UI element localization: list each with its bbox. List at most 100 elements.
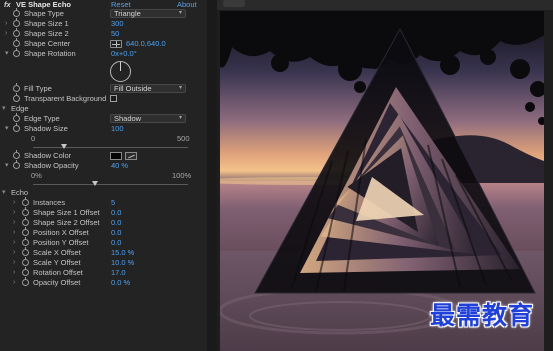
echo-value[interactable]: 0.0 [111, 238, 121, 248]
stopwatch-icon[interactable] [22, 217, 29, 226]
twirl-closed-icon[interactable]: › [13, 218, 19, 228]
stopwatch-icon[interactable] [13, 113, 20, 122]
twirl-closed-icon[interactable]: › [13, 238, 19, 248]
twirl-open-icon[interactable]: ▾ [2, 188, 8, 198]
stopwatch-icon[interactable] [22, 257, 29, 266]
twirl-closed-icon[interactable]: › [13, 198, 19, 208]
echo-row-scale-x-offset: › Scale X Offset 15.0 % [0, 247, 207, 258]
edge-type-value: Shadow [114, 114, 142, 123]
stopwatch-icon[interactable] [13, 48, 20, 57]
fill-type-dropdown[interactable]: Fill Outside ▾ [110, 84, 186, 93]
slider-thumb[interactable] [61, 144, 67, 149]
crosshair-icon[interactable] [110, 40, 122, 48]
echo-value[interactable]: 17.0 [111, 268, 126, 278]
twirl-closed-icon[interactable]: › [13, 228, 19, 238]
about-link[interactable]: About [177, 0, 197, 9]
edge-type-label: Edge Type [24, 114, 60, 123]
echo-value[interactable]: 15.0 % [111, 248, 134, 258]
stopwatch-icon[interactable] [13, 8, 20, 17]
twirl-open-icon[interactable]: ▾ [5, 124, 11, 134]
stopwatch-icon[interactable] [13, 83, 20, 92]
echo-value[interactable]: 10.0 % [111, 258, 134, 268]
twirl-closed-icon[interactable]: › [5, 19, 11, 29]
twirl-open-icon[interactable]: ▾ [2, 104, 8, 114]
stopwatch-icon[interactable] [22, 277, 29, 286]
shadow-opacity-value[interactable]: 40 % [111, 161, 128, 171]
stopwatch-icon[interactable] [13, 28, 20, 37]
echo-value[interactable]: 0.0 [111, 218, 121, 228]
shadow-opacity-slider[interactable] [33, 181, 188, 186]
echo-label: Shape Size 2 Offset [33, 218, 100, 227]
shape-center-value[interactable]: 640.0,640.0 [126, 39, 166, 49]
stopwatch-icon[interactable] [22, 247, 29, 256]
reset-link[interactable]: Reset [111, 0, 131, 9]
echo-label: Rotation Offset [33, 268, 83, 277]
echo-label: Instances [33, 198, 66, 207]
shape-center-row: Shape Center 640.0,640.0 [0, 38, 207, 49]
shape-type-label: Shape Type [24, 9, 64, 18]
stopwatch-icon[interactable] [22, 207, 29, 216]
stopwatch-icon[interactable] [22, 237, 29, 246]
rotation-dial[interactable] [110, 61, 131, 82]
effect-controls-panel: fx VE Shape Echo Reset About Shape Type … [0, 0, 207, 351]
echo-row-rotation-offset: › Rotation Offset 17.0 [0, 267, 207, 278]
shape-type-dropdown[interactable]: Triangle ▾ [110, 9, 186, 18]
twirl-closed-icon[interactable]: › [5, 29, 11, 39]
twirl-closed-icon[interactable]: › [13, 258, 19, 268]
shadow-size-slider[interactable] [33, 144, 188, 149]
shadow-size-value[interactable]: 100 [111, 124, 124, 134]
echo-row-position-x-offset: › Position X Offset 0.0 [0, 227, 207, 238]
composition-viewer[interactable]: 最需教育 [217, 0, 553, 351]
echo-row-scale-y-offset: › Scale Y Offset 10.0 % [0, 257, 207, 268]
shadow-opacity-min: 0% [31, 171, 42, 180]
stopwatch-icon[interactable] [13, 38, 20, 47]
stopwatch-icon[interactable] [22, 227, 29, 236]
shadow-size-max: 500 [177, 134, 190, 143]
twirl-closed-icon[interactable]: › [13, 208, 19, 218]
shape-size-2-value[interactable]: 50 [111, 29, 119, 39]
stopwatch-icon[interactable] [13, 150, 20, 159]
slider-thumb[interactable] [92, 181, 98, 186]
edge-group-row: ▾ Edge [0, 104, 207, 114]
shadow-opacity-max: 100% [172, 171, 192, 180]
shape-rotation-value[interactable]: 0x+0.0° [111, 49, 137, 59]
twirl-open-icon[interactable]: ▾ [5, 161, 11, 171]
chevron-down-icon: ▾ [178, 115, 182, 121]
fx-icon[interactable]: fx [4, 0, 11, 9]
twirl-closed-icon[interactable]: › [13, 268, 19, 278]
echo-value[interactable]: 5 [111, 198, 115, 208]
viewer-tab-bar [217, 0, 553, 10]
shape-type-row: Shape Type Triangle ▾ [0, 8, 207, 19]
shape-rotation-label: Shape Rotation [24, 49, 76, 58]
stopwatch-icon[interactable] [13, 18, 20, 27]
fill-type-label: Fill Type [24, 84, 52, 93]
echo-row-instances: › Instances 5 [0, 197, 207, 208]
twirl-open-icon[interactable]: ▾ [5, 49, 11, 59]
echo-value[interactable]: 0.0 [111, 208, 121, 218]
echo-row-opacity-offset: › Opacity Offset 0.0 % [0, 277, 207, 288]
shadow-size-min: 0 [31, 134, 36, 143]
viewer-tab[interactable] [223, 0, 245, 7]
echo-value[interactable]: 0.0 % [111, 278, 130, 288]
twirl-closed-icon[interactable]: › [13, 248, 19, 258]
eyedropper-icon[interactable] [125, 152, 137, 160]
twirl-closed-icon[interactable]: › [13, 278, 19, 288]
panel-divider[interactable] [207, 0, 217, 351]
stopwatch-icon[interactable] [22, 197, 29, 206]
edge-type-dropdown[interactable]: Shadow ▾ [110, 114, 186, 123]
stopwatch-icon[interactable] [22, 267, 29, 276]
shape-size-1-value[interactable]: 300 [111, 19, 124, 29]
echo-label: Position Y Offset [33, 238, 89, 247]
fill-type-row: Fill Type Fill Outside ▾ [0, 83, 207, 94]
stopwatch-icon[interactable] [13, 123, 20, 132]
stopwatch-icon[interactable] [13, 93, 20, 102]
fill-type-value: Fill Outside [114, 84, 152, 93]
echo-label: Position X Offset [33, 228, 89, 237]
shadow-color-swatch[interactable] [110, 152, 122, 160]
echo-row-shape-size-1-offset: › Shape Size 1 Offset 0.0 [0, 207, 207, 218]
echo-value[interactable]: 0.0 [111, 228, 121, 238]
edge-group-label: Edge [11, 104, 29, 113]
stopwatch-icon[interactable] [13, 160, 20, 169]
transparent-background-checkbox[interactable] [110, 95, 117, 102]
chevron-down-icon: ▾ [178, 10, 182, 16]
